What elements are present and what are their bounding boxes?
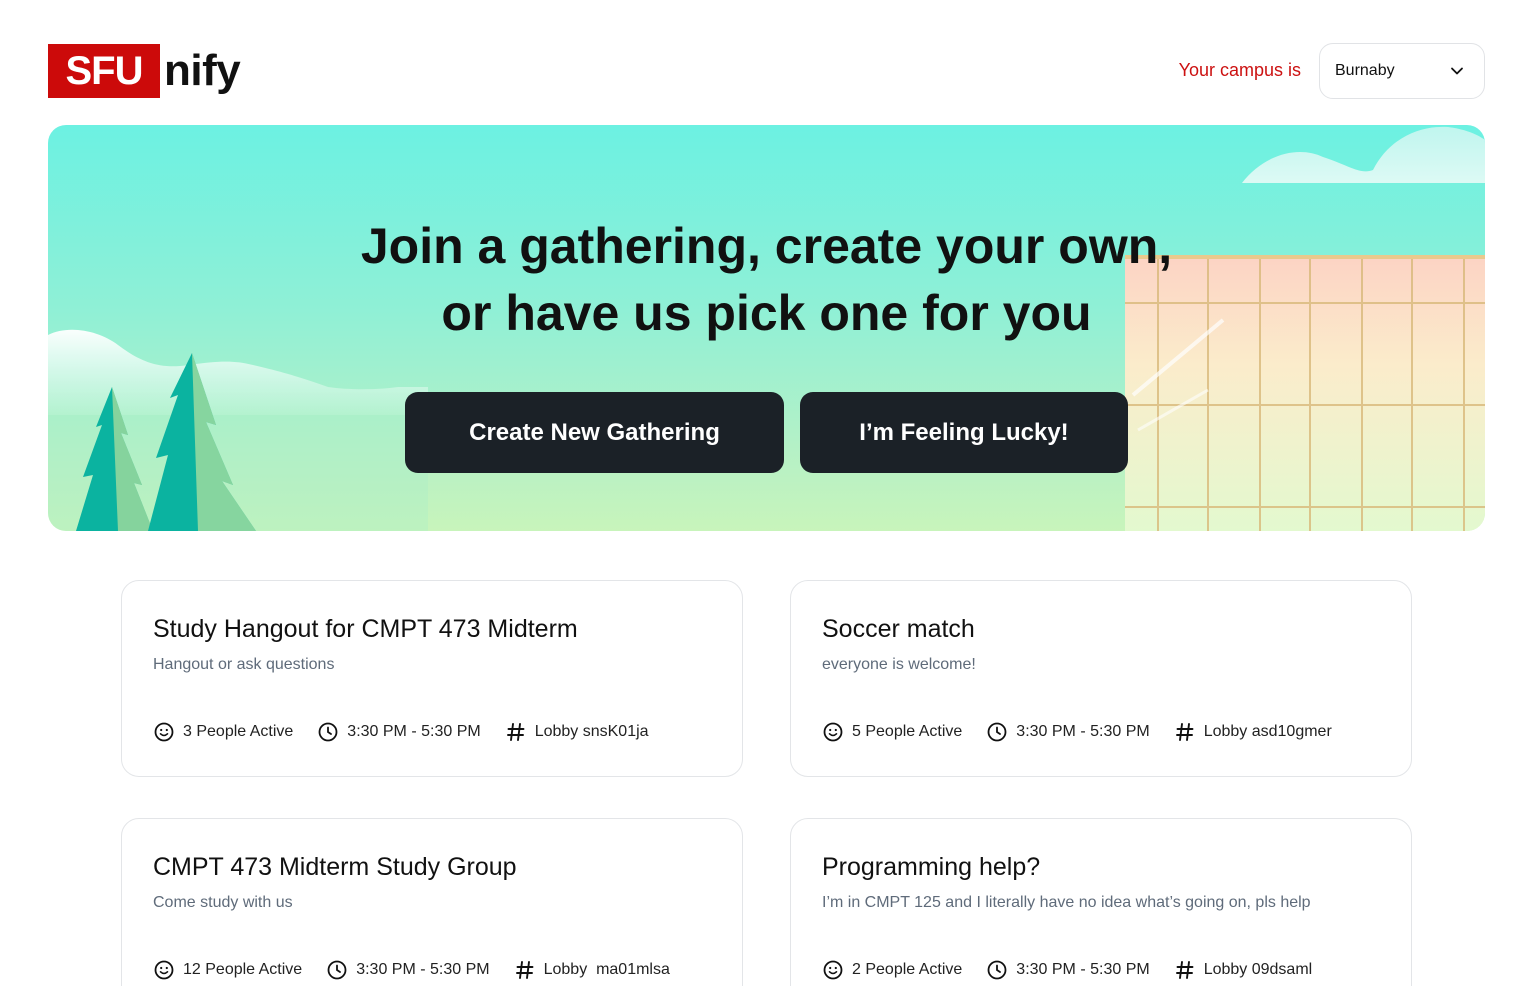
gathering-title: Study Hangout for CMPT 473 Midterm — [153, 615, 578, 643]
lobby-code-text: Lobby 09dsaml — [1203, 961, 1313, 978]
active-count-text: 3 People Active — [183, 723, 294, 740]
active-count: 2 People Active — [822, 959, 962, 981]
smiley-icon — [154, 722, 174, 742]
create-gathering-button[interactable]: Create New Gathering — [405, 392, 784, 473]
lobby-code: Lobby 09dsaml — [1174, 959, 1313, 981]
lobby-code-text: Lobby snsK01ja — [534, 723, 649, 740]
gathering-description: Come study with us — [153, 894, 293, 911]
logo-mark: SFU — [48, 44, 160, 98]
gathering-card[interactable]: Study Hangout for CMPT 473 Midterm Hango… — [121, 580, 743, 777]
campus-select-value: Burnaby — [1335, 62, 1395, 79]
time-range-text: 3:30 PM - 5:30 PM — [1016, 961, 1150, 978]
gathering-meta: 3 People Active 3:30 PM - 5:30 PM Lobby … — [153, 721, 673, 743]
hero-title-line-2: or have us pick one for you — [441, 285, 1092, 341]
hero-title: Join a gathering, create your own, or ha… — [48, 213, 1485, 347]
time-range-text: 3:30 PM - 5:30 PM — [347, 723, 481, 740]
gathering-meta: 2 People Active 3:30 PM - 5:30 PM Lobby … — [822, 959, 1336, 981]
active-count-text: 5 People Active — [852, 723, 963, 740]
sfunify-logo[interactable]: SFU nify — [48, 43, 241, 99]
lobby-code: Lobby snsK01ja — [505, 721, 649, 743]
lobby-code: Lobby asd10gmer — [1174, 721, 1332, 743]
active-count-text: 12 People Active — [183, 961, 303, 978]
clock-icon — [987, 960, 1007, 980]
time-range: 3:30 PM - 5:30 PM — [326, 959, 490, 981]
smiley-icon — [154, 960, 174, 980]
time-range-text: 3:30 PM - 5:30 PM — [1016, 723, 1150, 740]
gathering-title: Programming help? — [822, 853, 1041, 881]
gathering-description: I’m in CMPT 125 and I literally have no … — [822, 894, 1311, 911]
hero-banner: Join a gathering, create your own, or ha… — [48, 125, 1485, 531]
time-range-text: 3:30 PM - 5:30 PM — [356, 961, 490, 978]
gathering-meta: 12 People Active 3:30 PM - 5:30 PM Lobby… — [153, 959, 694, 981]
logo-wordmark: nify — [164, 46, 241, 95]
gathering-meta: 5 People Active 3:30 PM - 5:30 PM Lobby … — [822, 721, 1356, 743]
active-count: 3 People Active — [153, 721, 293, 743]
lobby-code-text: Lobby asd10gmer — [1203, 723, 1332, 740]
lobby-code-text: Lobby ma01mlsa — [543, 961, 670, 978]
campus-select[interactable]: Burnaby — [1319, 43, 1485, 99]
gathering-card[interactable]: Programming help? I’m in CMPT 125 and I … — [790, 818, 1412, 986]
hash-icon — [506, 723, 525, 741]
hash-icon — [1175, 723, 1194, 741]
campus-label: Your campus is — [1178, 60, 1301, 80]
chevron-down-icon — [1451, 67, 1463, 75]
hash-icon — [515, 961, 534, 979]
active-count-text: 2 People Active — [852, 961, 963, 978]
header: SFU nify Your campus is Burnaby — [48, 43, 1485, 99]
clock-icon — [987, 722, 1007, 742]
hero-title-line-1: Join a gathering, create your own, — [360, 218, 1173, 274]
gathering-title: CMPT 473 Midterm Study Group — [153, 853, 517, 881]
feeling-lucky-button[interactable]: I’m Feeling Lucky! — [800, 392, 1128, 473]
gathering-description: Hangout or ask questions — [153, 656, 335, 673]
time-range: 3:30 PM - 5:30 PM — [986, 721, 1150, 743]
gathering-card[interactable]: CMPT 473 Midterm Study Group Come study … — [121, 818, 743, 986]
time-range: 3:30 PM - 5:30 PM — [317, 721, 481, 743]
smiley-icon — [823, 722, 843, 742]
gathering-description: everyone is welcome! — [822, 656, 976, 673]
clock-icon — [327, 960, 347, 980]
hash-icon — [1175, 961, 1194, 979]
smiley-icon — [823, 960, 843, 980]
lobby-code: Lobby ma01mlsa — [514, 959, 670, 981]
gathering-card[interactable]: Soccer match everyone is welcome! 5 Peop… — [790, 580, 1412, 777]
clock-icon — [318, 722, 338, 742]
active-count: 12 People Active — [153, 959, 302, 981]
gathering-title: Soccer match — [822, 615, 975, 643]
time-range: 3:30 PM - 5:30 PM — [986, 959, 1150, 981]
active-count: 5 People Active — [822, 721, 962, 743]
